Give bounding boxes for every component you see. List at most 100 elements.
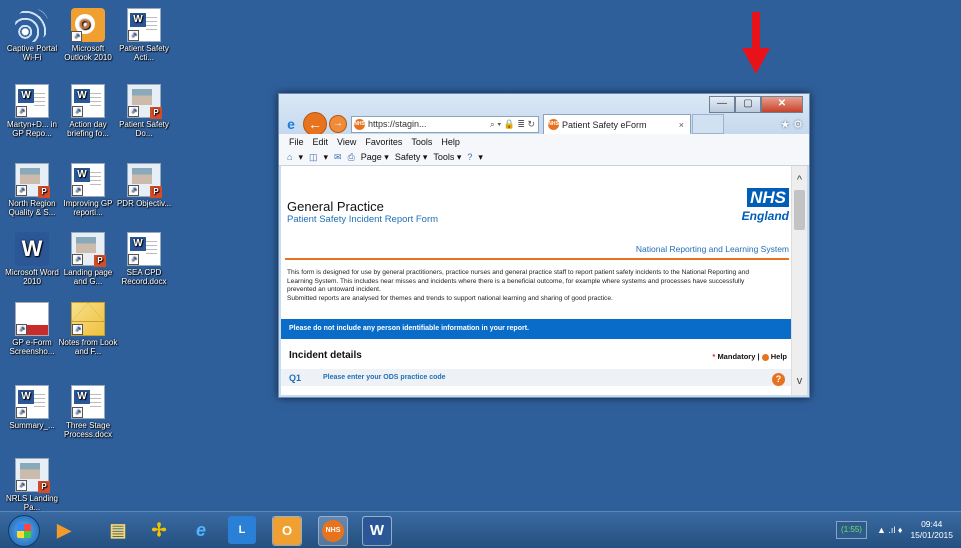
safety-menu[interactable]: Safety ▾ xyxy=(395,152,428,163)
help-icon[interactable]: ? xyxy=(467,152,472,162)
taskbar-lync[interactable]: L xyxy=(228,516,256,544)
wifi-icon xyxy=(15,8,49,42)
folder-icon: ▤ xyxy=(109,520,127,540)
tab-patient-safety-eform[interactable]: NHS Patient Safety eForm × xyxy=(543,114,691,134)
page-title: General Practice xyxy=(287,199,384,214)
clock-date: 15/01/2015 xyxy=(910,530,953,540)
menu-view[interactable]: View xyxy=(337,137,356,147)
address-actions-icon[interactable]: ⌕ ▾ 🔒 ≣ ↻ xyxy=(490,119,538,130)
vertical-scrollbar[interactable]: ^ v xyxy=(791,166,807,395)
close-button[interactable]: ✕ xyxy=(761,96,803,113)
mail-icon[interactable]: ✉ xyxy=(334,152,342,163)
taskbar-outlook[interactable]: O xyxy=(272,516,302,546)
forward-button[interactable]: → xyxy=(329,115,347,133)
word-doc-icon: W ↗ xyxy=(127,8,161,42)
desktop-icon-label: Patient Safety Acti... xyxy=(119,44,169,62)
desktop-icon-label: Action day briefing fo... xyxy=(67,120,109,138)
home-dropdown[interactable]: ▾ xyxy=(298,152,303,163)
feeds-dropdown[interactable]: ▾ xyxy=(323,152,328,163)
question-number: Q1 xyxy=(289,373,302,383)
home-icon[interactable]: ⌂ xyxy=(287,152,292,162)
tools-menu[interactable]: Tools ▾ xyxy=(433,152,461,163)
lync-icon: L xyxy=(228,516,256,544)
word-doc-icon: W ↗ xyxy=(71,385,105,419)
mandatory-star-icon: * xyxy=(712,352,716,361)
nhs-region-text: England xyxy=(741,209,789,223)
desktop-icon[interactable]: P ↗ North Region Quality & S... xyxy=(2,163,62,217)
system-tray: (1:55) ▲ .ıl ♦ 09:44 15/01/2015 xyxy=(836,512,961,548)
tab-title: Patient Safety eForm xyxy=(562,119,647,130)
desktop-icon[interactable]: Captive Portal Wi-Fi xyxy=(2,8,62,62)
desktop-icon[interactable]: W ↗ Summary_... xyxy=(2,385,62,430)
clock-time: 09:44 xyxy=(921,519,943,529)
desktop-icon[interactable]: W ↗ Three Stage Process.docx xyxy=(58,385,118,439)
question-help-icon[interactable]: ? xyxy=(772,373,785,386)
desktop-icon[interactable]: P ↗ PDR Objectiv... xyxy=(114,163,174,208)
print-icon[interactable]: ⎙ xyxy=(348,152,355,163)
desktop-icon[interactable]: W ↗ Improving GP reporti... xyxy=(58,163,118,217)
red-arrow-annotation xyxy=(742,12,770,74)
taskbar-file-explorer[interactable]: ▤ xyxy=(104,516,132,544)
navigation-bar: e ← → NHS https://stagin... ⌕ ▾ 🔒 ≣ ↻ NH… xyxy=(283,112,803,136)
menu-file[interactable]: File xyxy=(289,137,304,147)
word-app-icon: W xyxy=(15,232,49,266)
desktop-icon-label: Summary_... xyxy=(9,421,55,430)
desktop-icon[interactable]: W Microsoft Word 2010 xyxy=(2,232,62,286)
publisher-doc-icon: P ↗ xyxy=(15,458,50,493)
taskbar-nhs-browser[interactable]: NHS xyxy=(318,516,348,546)
desktop-icon[interactable]: W ↗ Martyn+D... in GP Repo... xyxy=(2,84,62,138)
desktop-icon[interactable]: W ↗ Patient Safety Acti... xyxy=(114,8,174,62)
word-doc-icon: W ↗ xyxy=(15,385,49,419)
scroll-up-icon[interactable]: ^ xyxy=(792,174,807,186)
favorites-settings-icons[interactable]: ★ ⚙ xyxy=(780,118,803,131)
desktop-icon[interactable]: P ↗ NRLS Landing Pa... xyxy=(2,458,62,512)
mandatory-help-legend: * Mandatory | Help xyxy=(712,352,787,361)
menu-tools[interactable]: Tools xyxy=(411,137,432,147)
taskbar-network-tool[interactable]: ✢ xyxy=(145,516,173,544)
new-tab-button[interactable] xyxy=(692,114,724,134)
help-dropdown[interactable]: ▾ xyxy=(478,152,483,163)
menu-edit[interactable]: Edit xyxy=(313,137,329,147)
maximize-button[interactable]: ▢ xyxy=(735,96,761,113)
clock[interactable]: 09:44 15/01/2015 xyxy=(910,519,953,541)
back-button[interactable]: ← xyxy=(303,112,327,136)
scroll-thumb[interactable] xyxy=(794,190,805,230)
desktop-icon[interactable]: O ↗ Microsoft Outlook 2010 xyxy=(58,8,118,62)
outlook-icon: O ↗ xyxy=(71,8,105,42)
start-button[interactable] xyxy=(8,515,40,547)
taskbar-internet-explorer[interactable]: e xyxy=(187,516,215,544)
tab-close-icon[interactable]: × xyxy=(679,120,684,130)
taskbar-word[interactable]: W xyxy=(362,516,392,546)
outlook-icon: O xyxy=(273,517,301,545)
desktop-icon[interactable]: W ↗ Action day briefing fo... xyxy=(58,84,118,138)
word-doc-icon: W ↗ xyxy=(71,163,105,197)
command-bar: ⌂ ▾ ◫ ▾ ✉ ⎙ Page ▾ Safety ▾ Tools ▾ ? ▾ xyxy=(279,149,809,166)
desktop-icon[interactable]: P ↗ Patient Safety Do... xyxy=(114,84,174,138)
tray-icons[interactable]: ▲ .ıl ♦ xyxy=(877,525,903,535)
desktop-icon[interactable]: ↗ GP e-Form Screensho... xyxy=(2,302,62,356)
feeds-icon[interactable]: ◫ xyxy=(309,152,318,163)
title-bar[interactable]: — ▢ ✕ e ← → NHS https://stagin... ⌕ ▾ 🔒 … xyxy=(279,94,809,136)
pdf-doc-icon: ↗ xyxy=(15,302,49,336)
page-menu[interactable]: Page ▾ xyxy=(361,152,389,163)
minimize-button[interactable]: — xyxy=(709,96,735,113)
desktop-icon-label: North Region Quality & S... xyxy=(8,199,56,217)
word-doc-icon: W ↗ xyxy=(15,84,49,118)
address-bar[interactable]: NHS https://stagin... ⌕ ▾ 🔒 ≣ ↻ xyxy=(351,115,539,133)
taskbar: ▶ ▤ ✢ e L O NHS W (1:55) ▲ .ıl ♦ 09:44 1… xyxy=(0,511,961,548)
divider xyxy=(285,258,789,260)
scroll-down-icon[interactable]: v xyxy=(792,375,807,387)
battery-indicator[interactable]: (1:55) xyxy=(836,521,867,539)
menu-favorites[interactable]: Favorites xyxy=(365,137,402,147)
word-icon: W xyxy=(363,517,391,545)
desktop-icon-label: Microsoft Outlook 2010 xyxy=(64,44,112,62)
desktop-icon[interactable]: P ↗ Landing page and G... xyxy=(58,232,118,286)
word-doc-icon: W ↗ xyxy=(127,232,161,266)
question-row: Q1 Please enter your ODS practice code ? xyxy=(281,369,791,386)
desktop-icon-label: GP e-Form Screensho... xyxy=(9,338,55,356)
menu-bar: File Edit View Favorites Tools Help xyxy=(279,134,809,149)
taskbar-media-player[interactable]: ▶ xyxy=(50,516,78,544)
desktop-icon[interactable]: W ↗ SEA CPD Record.docx xyxy=(114,232,174,286)
menu-help[interactable]: Help xyxy=(441,137,460,147)
desktop-icon[interactable]: ↗ Notes from Look and F... xyxy=(58,302,118,356)
